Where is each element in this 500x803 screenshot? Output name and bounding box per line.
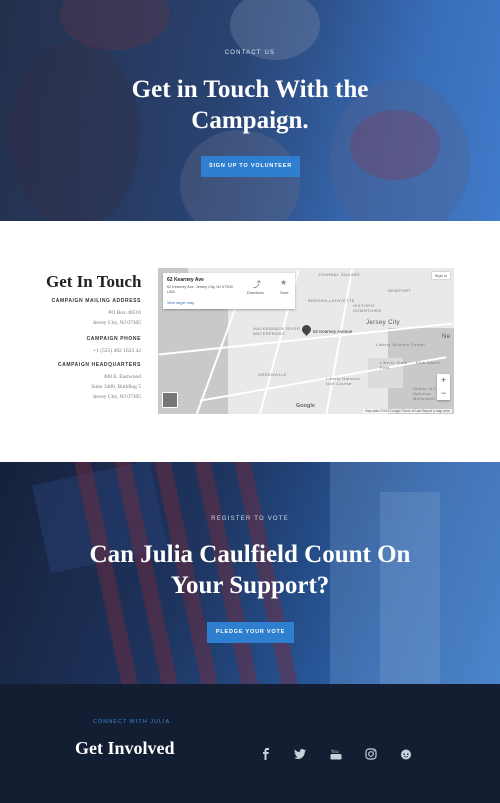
map-place-label: Jersey City [366, 320, 401, 326]
directions-icon[interactable]: ⤴ [253, 279, 261, 290]
register-title-line: Your Support? [170, 572, 330, 599]
map-road [324, 268, 354, 414]
youtube-icon[interactable]: You [329, 747, 343, 761]
headquarters-line: Jersey City, NJ 07305 [92, 394, 141, 400]
map-pin-label: 62 Kearney Avenue [313, 329, 353, 334]
map-place-label: NEWPORT [388, 288, 412, 293]
map-card-address: 62 Kearney Ave, Jersey City, NJ 07305, U… [167, 285, 234, 294]
view-larger-map-link[interactable]: View larger map [167, 301, 194, 305]
headquarters-label: CAMPAIGN HEADQUARTERS [57, 362, 141, 368]
map-card-title: 62 Kearney Ave [167, 277, 204, 283]
hero-title: Get in Touch With the Campaign. [0, 74, 500, 136]
map-place-label: Ne [442, 334, 451, 340]
footer-section: CONNECT WITH JULIA Get Involved You [0, 684, 500, 803]
register-eyebrow: REGISTER TO VOTE [211, 516, 289, 522]
map-place-label: Liberty Science Center [376, 342, 426, 347]
phone-number[interactable]: +1 (555) 482 1623 42 [87, 346, 141, 356]
save-link[interactable]: Save [280, 291, 289, 295]
map-satellite-toggle[interactable] [162, 392, 178, 408]
footer-eyebrow: CONNECT WITH JULIA [93, 719, 171, 725]
register-title-line: Can Julia Caulfield Count On [89, 541, 411, 568]
map-footer-attribution: Map data ©2019 Google Terms of Use Repor… [362, 409, 452, 413]
facebook-icon[interactable] [259, 747, 273, 761]
star-icon[interactable]: ★ [280, 278, 287, 287]
directions-link[interactable]: Directions [247, 291, 264, 295]
hero-section: CONTACT US Get in Touch With the Campaig… [0, 0, 500, 221]
phone-label: CAMPAIGN PHONE [86, 336, 141, 342]
register-title: Can Julia Caulfield Count On Your Suppor… [0, 539, 500, 601]
embedded-map[interactable]: JOURNAL SQUARE NEWPORT BERGEN-LAFAYETTE … [158, 268, 454, 414]
map-place-label: GREENVILLE [258, 372, 288, 377]
volunteer-button[interactable]: SIGN UP TO VOLUNTEER [201, 156, 300, 177]
map-place-label: HISTORIC DOWNTOWN [353, 303, 382, 313]
instagram-icon[interactable] [364, 747, 378, 761]
hero-title-line: Get in Touch With the [131, 76, 369, 103]
mailing-address-label: CAMPAIGN MAILING ADDRESS [51, 298, 141, 304]
headquarters-line: Suite 3406, Building 5 [91, 384, 141, 390]
pledge-vote-button[interactable]: PLEDGE YOUR VOTE [207, 622, 294, 643]
headquarters-line: 408 E. Eastwood [103, 374, 141, 380]
map-place-label: JOURNAL SQUARE [318, 272, 361, 277]
hero-eyebrow: CONTACT US [224, 50, 276, 56]
mailing-address-line: PO Box 48516 [108, 310, 141, 316]
twitter-icon[interactable] [293, 747, 307, 761]
register-section: REGISTER TO VOTE Can Julia Caulfield Cou… [0, 462, 500, 684]
map-sign-in-button[interactable]: Sign in [431, 272, 450, 279]
map-info-card: 62 Kearney Ave 62 Kearney Ave, Jersey Ci… [163, 273, 295, 309]
mailing-address-line: Jersey City, NJ 07305 [92, 320, 141, 326]
map-zoom-control: + − [437, 374, 450, 400]
map-place-label: Ellis Island [416, 360, 440, 365]
contact-heading: Get In Touch [46, 272, 142, 291]
zoom-in-button[interactable]: + [437, 374, 450, 387]
phone-block: CAMPAIGN PHONE +1 (555) 482 1623 42 [87, 336, 141, 356]
footer-title: Get Involved [75, 738, 175, 758]
reddit-icon[interactable] [399, 747, 413, 761]
zoom-out-button[interactable]: − [437, 387, 450, 400]
mailing-address-block: CAMPAIGN MAILING ADDRESS PO Box 48516 Je… [52, 298, 141, 328]
headquarters-block: CAMPAIGN HEADQUARTERS 408 E. Eastwood Su… [58, 362, 141, 402]
map-place-label: HACKENSACK RIVER WATERFRONT [253, 326, 301, 336]
contact-section: Get In Touch CAMPAIGN MAILING ADDRESS PO… [0, 221, 500, 462]
map-place-label: Liberty National Golf Course [326, 376, 361, 386]
hero-title-line: Campaign. [191, 107, 309, 134]
map-place-label: Liberty State Park [380, 360, 408, 370]
map-place-label: BERGEN-LAFAYETTE [308, 298, 356, 303]
google-logo: Google [296, 403, 315, 409]
